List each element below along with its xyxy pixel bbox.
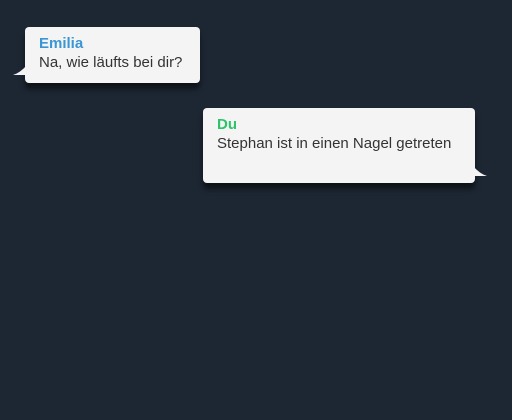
message-bubble-outgoing: Du Stephan ist in einen Nagel getreten [203,108,487,183]
message-text: Na, wie läufts bei dir? [39,54,183,71]
message-sender: Du [217,116,237,133]
bubble-tail-icon [473,166,487,176]
message-sender: Emilia [39,35,84,52]
message-text: Stephan ist in einen Nagel getreten [217,135,452,152]
message-bubble-incoming: Emilia Na, wie läufts bei dir? [13,27,200,83]
bubble-tail-icon [13,65,27,75]
chat-area: Emilia Na, wie läufts bei dir? Du Stepha… [0,0,512,420]
